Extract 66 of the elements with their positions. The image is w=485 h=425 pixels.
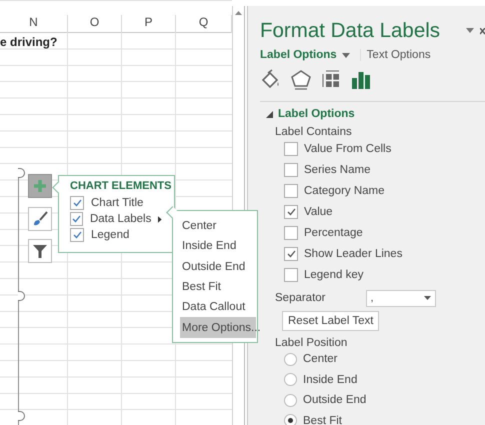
radio-button[interactable] bbox=[284, 394, 297, 407]
checkbox[interactable] bbox=[284, 268, 298, 282]
radio-label[interactable]: Inside End bbox=[303, 374, 358, 386]
dropdown-caret-icon bbox=[424, 296, 431, 300]
collapse-icon[interactable] bbox=[266, 110, 273, 118]
tab[interactable]: Label Options bbox=[260, 49, 350, 61]
checkbox-label[interactable]: Show Leader Lines bbox=[304, 248, 402, 260]
reset-label-text-button[interactable]: Reset Label Text bbox=[282, 311, 380, 331]
checkbox-label[interactable]: Value From Cells bbox=[304, 142, 392, 154]
checkbox[interactable] bbox=[284, 184, 298, 198]
column-header[interactable]: N bbox=[0, 15, 68, 33]
tab[interactable]: Text Options bbox=[360, 49, 431, 61]
resize-handle[interactable] bbox=[18, 291, 25, 301]
menu-item[interactable]: Inside End bbox=[180, 236, 256, 257]
close-icon[interactable] bbox=[480, 28, 485, 36]
plus-icon bbox=[33, 179, 47, 193]
submenu-arrow-icon[interactable] bbox=[158, 216, 162, 222]
pane-title: Format Data Labels bbox=[260, 19, 440, 43]
effects-icon[interactable] bbox=[290, 69, 312, 91]
filter-icon bbox=[32, 243, 48, 259]
checkbox[interactable] bbox=[284, 204, 298, 218]
separator-label: Separator bbox=[275, 292, 326, 304]
chart-filter-button[interactable] bbox=[28, 239, 52, 263]
paintbrush-icon bbox=[32, 211, 48, 227]
radio-label[interactable]: Outside End bbox=[303, 394, 366, 406]
checkbox[interactable] bbox=[70, 196, 84, 210]
separator-dropdown[interactable]: , bbox=[366, 290, 436, 306]
cell-text: e driving? bbox=[0, 35, 58, 50]
checkmark-icon bbox=[286, 250, 296, 258]
checkbox[interactable] bbox=[70, 228, 84, 242]
checkbox[interactable] bbox=[284, 226, 298, 240]
radio-button[interactable] bbox=[284, 352, 297, 366]
section-title[interactable]: Label Options bbox=[278, 108, 355, 120]
element-label[interactable]: Legend bbox=[91, 229, 130, 241]
checkmark-icon bbox=[286, 208, 296, 216]
resize-handle[interactable] bbox=[18, 168, 25, 178]
scroll-up-icon[interactable] bbox=[235, 11, 242, 15]
dropdown-caret-icon bbox=[342, 52, 350, 58]
checkbox-label[interactable]: Value bbox=[304, 206, 333, 218]
popup-title: CHART ELEMENTS bbox=[70, 179, 172, 194]
pane-options-caret-icon[interactable] bbox=[466, 28, 474, 33]
group-label: Label Contains bbox=[275, 126, 353, 138]
checkbox[interactable] bbox=[284, 162, 298, 176]
checkbox-label[interactable]: Series Name bbox=[304, 164, 370, 176]
checkbox-label[interactable]: Category Name bbox=[304, 184, 385, 196]
menu-item[interactable]: Best Fit bbox=[180, 276, 256, 298]
group-label: Label Position bbox=[275, 337, 348, 349]
radio-label[interactable]: Center bbox=[303, 353, 338, 366]
column-header[interactable]: O bbox=[68, 15, 122, 33]
chart-style-button[interactable] bbox=[28, 207, 52, 231]
menu-item[interactable]: Data Callout bbox=[180, 297, 256, 318]
element-label[interactable]: Data Labels bbox=[90, 213, 152, 225]
resize-handle[interactable] bbox=[18, 411, 25, 421]
menu-item[interactable]: Center bbox=[180, 216, 256, 236]
options-icon[interactable] bbox=[350, 69, 372, 91]
radio-button[interactable] bbox=[284, 414, 297, 425]
checkbox[interactable] bbox=[284, 246, 298, 260]
radio-label[interactable]: Best Fit bbox=[303, 414, 342, 425]
menu-item[interactable]: Outside End bbox=[180, 256, 256, 277]
radio-button[interactable] bbox=[284, 373, 297, 386]
checkbox[interactable] bbox=[284, 142, 298, 156]
element-label[interactable]: Chart Title bbox=[91, 197, 144, 209]
checkbox-label[interactable]: Percentage bbox=[304, 226, 363, 238]
checkbox[interactable] bbox=[70, 212, 83, 226]
checkbox-label[interactable]: Legend key bbox=[304, 268, 364, 280]
column-header[interactable]: P bbox=[122, 15, 176, 33]
